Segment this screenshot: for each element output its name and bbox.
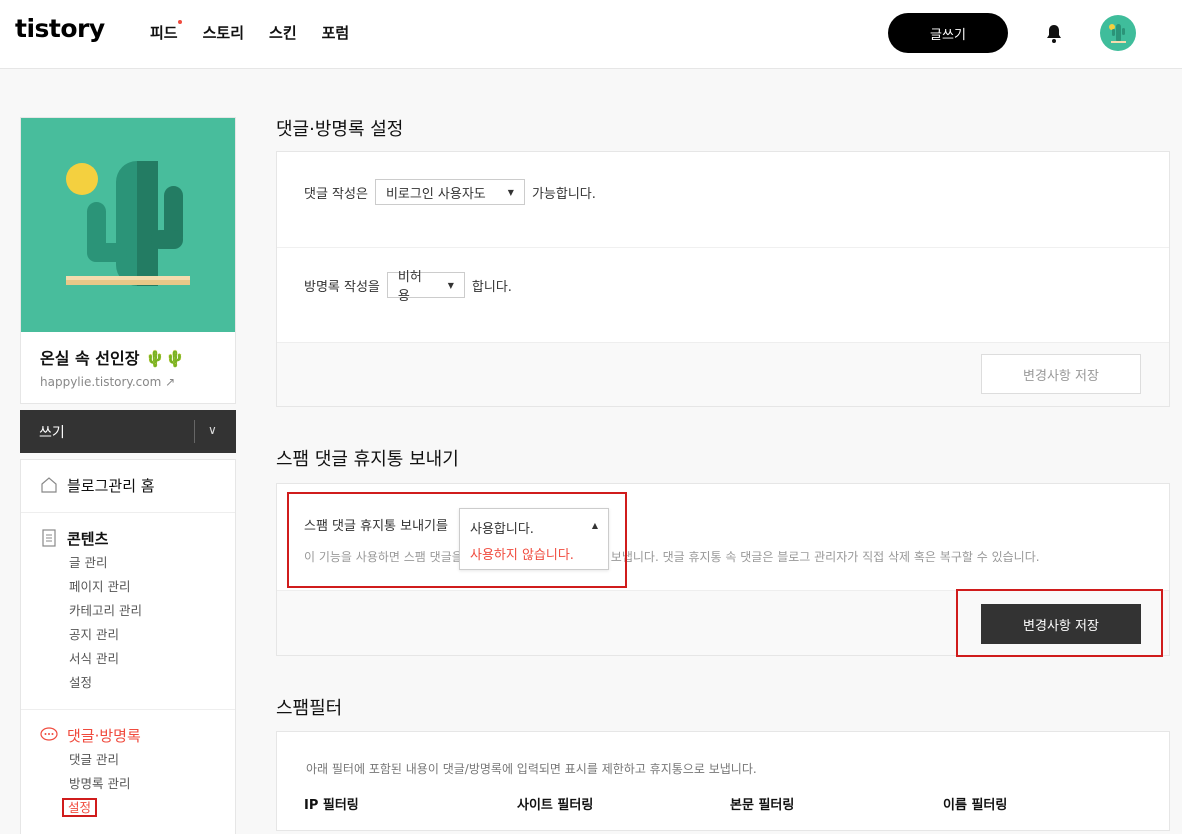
- save-button[interactable]: 변경사항 저장: [981, 354, 1141, 394]
- nav-feed[interactable]: 피드: [150, 22, 178, 43]
- side-write-button[interactable]: 쓰기 ∨: [20, 410, 236, 453]
- section-title-comment-settings: 댓글·방명록 설정: [276, 119, 404, 140]
- menu-contents-label: 콘텐츠: [67, 529, 109, 548]
- guestbook-permission-select[interactable]: 비허용 ▼: [386, 270, 465, 304]
- menu-category-manage[interactable]: 카테고리 관리: [40, 599, 216, 623]
- filter-body[interactable]: 본문 필터링: [730, 794, 943, 813]
- document-icon: [40, 529, 58, 547]
- nav-forum[interactable]: 포럼: [322, 22, 350, 43]
- menu-post-manage[interactable]: 글 관리: [40, 551, 216, 575]
- tistory-logo[interactable]: tistory: [15, 14, 105, 43]
- home-icon: [40, 476, 58, 494]
- write-post-button[interactable]: 글쓰기: [888, 13, 1008, 53]
- comment-settings-panel: 댓글 작성은 비로그인 사용자도 ▼ 가능합니다. 방명록 작성을 비허용 ▼ …: [276, 151, 1170, 407]
- menu-notice-manage[interactable]: 공지 관리: [40, 623, 216, 647]
- spam-help-right: 보냅니다. 댓글 휴지통 속 댓글은 블로그 관리자가 직접 삭제 혹은 복구할…: [610, 550, 1040, 564]
- menu-template-manage[interactable]: 서식 관리: [40, 647, 216, 671]
- nav-skin[interactable]: 스킨: [269, 22, 297, 43]
- section-title-spam-filter: 스팸필터: [276, 698, 343, 719]
- chevron-down-icon[interactable]: ∨: [208, 423, 217, 437]
- menu-contents[interactable]: 콘텐츠: [40, 525, 216, 551]
- spam-filter-desc: 아래 필터에 포함된 내용이 댓글/방명록에 입력되면 표시를 제한하고 휴지통…: [306, 762, 757, 776]
- spam-filter-panel: 아래 필터에 포함된 내용이 댓글/방명록에 입력되면 표시를 제한하고 휴지통…: [276, 731, 1170, 831]
- profile-avatar[interactable]: [1100, 15, 1136, 51]
- highlight-box-save: [956, 589, 1163, 657]
- filter-site[interactable]: 사이트 필터링: [517, 794, 730, 813]
- caret-down-icon: ▼: [507, 187, 514, 197]
- menu-comment-manage[interactable]: 댓글 관리: [40, 748, 216, 772]
- menu-home-label: 블로그관리 홈: [67, 476, 155, 495]
- menu-section-comments: 댓글·방명록 댓글 관리 방명록 관리 설정: [21, 710, 235, 834]
- guestbook-write-prefix: 방명록 작성을: [304, 279, 380, 295]
- blog-name[interactable]: 온실 속 선인장 🌵🌵: [40, 345, 216, 369]
- section-title-spam-trash: 스팸 댓글 휴지통 보내기: [276, 449, 459, 470]
- external-link-icon: ↗: [165, 375, 176, 389]
- comment-write-suffix: 가능합니다.: [531, 186, 596, 202]
- menu-comments-settings[interactable]: 설정: [40, 796, 216, 820]
- menu-page-manage[interactable]: 페이지 관리: [40, 575, 216, 599]
- sidebar: 온실 속 선인장 🌵🌵 happylie.tistory.com ↗ 쓰기 ∨ …: [20, 117, 236, 834]
- nav-story[interactable]: 스토리: [203, 22, 244, 43]
- admin-menu: 블로그관리 홈 콘텐츠 글 관리 페이지 관리 카테고리 관리 공지 관리 서식…: [20, 459, 236, 834]
- speech-bubble-icon: [40, 726, 58, 744]
- top-bar: tistory 피드 스토리 스킨 포럼 글쓰기: [0, 0, 1182, 69]
- comment-permission-select[interactable]: 비로그인 사용자도 ▼: [374, 179, 525, 205]
- filter-ip[interactable]: IP 필터링: [304, 794, 517, 813]
- menu-section-home: 블로그관리 홈: [21, 460, 235, 513]
- bell-icon[interactable]: [1045, 24, 1063, 44]
- blog-card: 온실 속 선인장 🌵🌵 happylie.tistory.com ↗: [20, 117, 236, 404]
- main-nav: 피드 스토리 스킨 포럼: [150, 20, 350, 43]
- guestbook-write-row: 방명록 작성을 비허용 ▼ 합니다.: [304, 270, 512, 304]
- blog-url-link[interactable]: happylie.tistory.com ↗: [40, 375, 216, 389]
- row-divider: [277, 247, 1169, 248]
- menu-guestbook-manage[interactable]: 방명록 관리: [40, 772, 216, 796]
- guestbook-write-suffix: 합니다.: [471, 279, 512, 295]
- guestbook-permission-value: 비허용: [397, 270, 422, 304]
- menu-comments-settings-label: 설정: [62, 798, 98, 817]
- side-write-label: 쓰기: [39, 424, 65, 441]
- comment-permission-value: 비로그인 사용자도: [385, 186, 486, 202]
- notification-dot: [178, 20, 182, 24]
- blog-image[interactable]: [21, 118, 235, 332]
- divider: [194, 420, 195, 443]
- menu-contents-settings[interactable]: 설정: [40, 671, 216, 695]
- highlight-box-dropdown: [287, 492, 627, 588]
- menu-section-contents: 콘텐츠 글 관리 페이지 관리 카테고리 관리 공지 관리 서식 관리 설정: [21, 513, 235, 710]
- caret-down-icon: ▼: [447, 280, 454, 290]
- comment-write-prefix: 댓글 작성은: [304, 186, 368, 202]
- filter-tabs: IP 필터링 사이트 필터링 본문 필터링 이름 필터링: [304, 794, 1043, 813]
- menu-comments[interactable]: 댓글·방명록: [40, 722, 216, 748]
- filter-name[interactable]: 이름 필터링: [943, 794, 1043, 813]
- menu-home[interactable]: 블로그관리 홈: [40, 472, 216, 498]
- comment-write-row: 댓글 작성은 비로그인 사용자도 ▼ 가능합니다.: [304, 179, 596, 205]
- menu-comments-label: 댓글·방명록: [67, 726, 141, 745]
- blog-url[interactable]: happylie.tistory.com: [40, 375, 161, 389]
